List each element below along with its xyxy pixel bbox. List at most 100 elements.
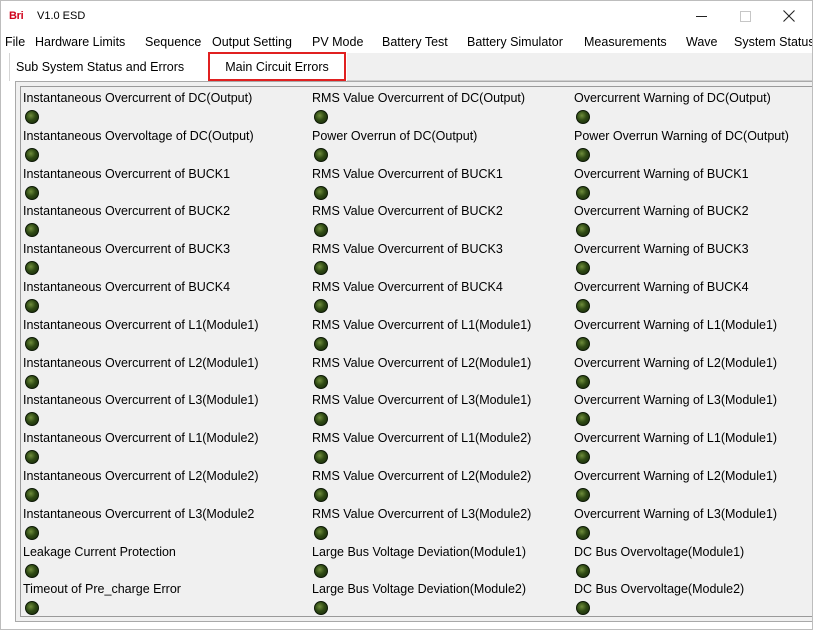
error-indicator-label: DC Bus Overvoltage(Module1) bbox=[574, 544, 745, 559]
error-indicator-cell: RMS Value Overcurrent of L2(Module1) bbox=[312, 356, 612, 392]
error-indicator-label: Instantaneous Overcurrent of BUCK4 bbox=[23, 280, 231, 294]
status-led-icon bbox=[25, 336, 39, 351]
error-indicator-label: RMS Value Overcurrent of L1(Module1) bbox=[312, 317, 532, 332]
minimize-icon bbox=[695, 15, 707, 17]
status-led-icon bbox=[25, 223, 39, 238]
close-button[interactable] bbox=[767, 3, 811, 29]
error-indicator-label: RMS Value Overcurrent of L1(Module2) bbox=[312, 431, 532, 446]
error-indicator-cell: RMS Value Overcurrent of BUCK3 bbox=[312, 242, 612, 278]
error-indicator-cell: Overcurrent Warning of DC(Output) bbox=[574, 91, 813, 127]
error-indicator-label: RMS Value Overcurrent of L2(Module1) bbox=[312, 355, 532, 370]
error-indicator-cell: DC Bus Overvoltage(Module2) bbox=[574, 582, 813, 618]
error-indicator-label: Overcurrent Warning of L2(Module1) bbox=[574, 469, 778, 483]
error-indicator-cell: Large Bus Voltage Deviation(Module2) bbox=[312, 582, 612, 618]
error-indicator-label: Instantaneous Overvoltage of DC(Output) bbox=[23, 128, 254, 143]
error-indicator-cell: Overcurrent Warning of L2(Module1) bbox=[574, 356, 813, 392]
error-indicator-cell: Overcurrent Warning of L3(Module1) bbox=[574, 507, 813, 543]
menu-system-status[interactable]: System Status bbox=[734, 35, 812, 49]
error-indicator-cell: Instantaneous Overvoltage of DC(Output) bbox=[23, 129, 323, 165]
error-indicator-label: Large Bus Voltage Deviation(Module2) bbox=[312, 582, 527, 597]
error-indicator-label: RMS Value Overcurrent of BUCK3 bbox=[312, 242, 503, 257]
status-led-icon bbox=[314, 223, 328, 238]
status-led-icon bbox=[576, 450, 590, 465]
error-indicator-cell: Instantaneous Overcurrent of L3(Module2 bbox=[23, 507, 323, 543]
error-indicator-label: Overcurrent Warning of BUCK1 bbox=[574, 166, 749, 181]
error-indicator-cell: Instantaneous Overcurrent of BUCK3 bbox=[23, 242, 323, 278]
menu-wave[interactable]: Wave bbox=[686, 35, 718, 49]
error-indicator-label: Overcurrent Warning of L3(Module1) bbox=[574, 506, 778, 521]
error-indicator-cell: RMS Value Overcurrent of L3(Module1) bbox=[312, 393, 612, 429]
error-indicator-label: Instantaneous Overcurrent of DC(Output) bbox=[23, 91, 253, 105]
status-led-icon bbox=[25, 601, 39, 616]
error-indicator-cell: Instantaneous Overcurrent of BUCK2 bbox=[23, 204, 323, 240]
error-indicator-cell: Overcurrent Warning of BUCK2 bbox=[574, 204, 813, 240]
status-led-icon bbox=[25, 525, 39, 540]
error-indicator-label: Large Bus Voltage Deviation(Module1) bbox=[312, 544, 527, 559]
error-indicator-cell: Leakage Current Protection bbox=[23, 545, 323, 581]
menu-hardware-limits[interactable]: Hardware Limits bbox=[35, 35, 125, 49]
status-led-icon bbox=[314, 374, 328, 389]
error-indicator-label: Instantaneous Overcurrent of BUCK1 bbox=[23, 166, 231, 181]
status-led-icon bbox=[576, 110, 590, 124]
status-led-icon bbox=[576, 525, 590, 540]
status-led-icon bbox=[314, 601, 328, 616]
status-led-icon bbox=[576, 147, 590, 162]
error-indicator-label: RMS Value Overcurrent of L3(Module2) bbox=[312, 506, 532, 521]
window-title: V1.0 ESD bbox=[37, 10, 86, 22]
error-indicator-label: DC Bus Overvoltage(Module2) bbox=[574, 582, 745, 597]
menu-pv-mode[interactable]: PV Mode bbox=[312, 35, 363, 49]
window-bottom-edge bbox=[1, 622, 812, 629]
status-led-icon bbox=[314, 450, 328, 465]
error-indicator-cell: DC Bus Overvoltage(Module1) bbox=[574, 545, 813, 581]
menu-sequence[interactable]: Sequence bbox=[145, 35, 201, 49]
tab-main-circuit-errors[interactable]: Main Circuit Errors bbox=[208, 52, 346, 81]
error-indicator-label: Instantaneous Overcurrent of L1(Module2) bbox=[23, 431, 259, 446]
error-indicator-cell: RMS Value Overcurrent of BUCK4 bbox=[312, 280, 612, 316]
error-indicator-cell: Timeout of Pre_charge Error bbox=[23, 582, 323, 618]
status-led-icon bbox=[576, 261, 590, 276]
title-bar[interactable]: Bri V1.0 ESD bbox=[1, 1, 812, 31]
error-indicator-cell: Large Bus Voltage Deviation(Module1) bbox=[312, 545, 612, 581]
menu-file[interactable]: File bbox=[5, 35, 25, 49]
status-led-icon bbox=[25, 299, 39, 313]
menu-battery-test[interactable]: Battery Test bbox=[382, 35, 448, 49]
error-indicator-cell: Instantaneous Overcurrent of BUCK4 bbox=[23, 280, 323, 316]
status-led-icon bbox=[576, 185, 590, 200]
error-indicator-cell: Overcurrent Warning of BUCK3 bbox=[574, 242, 813, 278]
tab-strip: Sub System Status and Errors Main Circui… bbox=[9, 52, 812, 81]
error-indicator-cell: RMS Value Overcurrent of L2(Module2) bbox=[312, 469, 612, 505]
error-indicator-label: RMS Value Overcurrent of BUCK2 bbox=[312, 204, 503, 219]
error-indicator-label: Timeout of Pre_charge Error bbox=[23, 582, 181, 597]
menu-battery-simulator[interactable]: Battery Simulator bbox=[467, 35, 563, 49]
error-indicator-cell: Overcurrent Warning of L3(Module1) bbox=[574, 393, 813, 429]
error-indicator-label: Leakage Current Protection bbox=[23, 544, 176, 559]
status-led-icon bbox=[314, 110, 328, 124]
status-led-icon bbox=[314, 147, 328, 162]
status-led-icon bbox=[576, 374, 590, 389]
error-indicator-label: Power Overrun of DC(Output) bbox=[312, 128, 478, 143]
status-led-icon bbox=[576, 336, 590, 351]
error-indicator-label: Instantaneous Overcurrent of BUCK2 bbox=[23, 204, 231, 219]
error-indicator-label: Overcurrent Warning of BUCK3 bbox=[574, 242, 749, 257]
app-logo: Bri bbox=[9, 10, 24, 22]
minimize-button[interactable] bbox=[679, 3, 723, 29]
status-led-icon bbox=[314, 563, 328, 578]
menu-output-setting[interactable]: Output Setting bbox=[212, 35, 292, 49]
error-indicator-cell: RMS Value Overcurrent of L1(Module2) bbox=[312, 431, 612, 467]
status-led-icon bbox=[576, 299, 590, 313]
error-indicator-cell: Overcurrent Warning of L1(Module1) bbox=[574, 431, 813, 467]
menu-measurements[interactable]: Measurements bbox=[584, 35, 667, 49]
maximize-button[interactable] bbox=[723, 3, 767, 29]
error-indicator-cell: Overcurrent Warning of BUCK4 bbox=[574, 280, 813, 316]
error-indicator-cell: Instantaneous Overcurrent of L2(Module2) bbox=[23, 469, 323, 505]
error-indicator-cell: Overcurrent Warning of L1(Module1) bbox=[574, 318, 813, 354]
tab-sub-system-status[interactable]: Sub System Status and Errors bbox=[9, 53, 207, 81]
status-led-icon bbox=[25, 488, 39, 502]
error-indicator-cell: Instantaneous Overcurrent of BUCK1 bbox=[23, 167, 323, 203]
status-led-icon bbox=[25, 563, 39, 578]
error-indicator-label: Overcurrent Warning of L2(Module1) bbox=[574, 355, 778, 370]
error-indicator-cell: Instantaneous Overcurrent of L1(Module1) bbox=[23, 318, 323, 354]
error-indicator-label: Overcurrent Warning of DC(Output) bbox=[574, 91, 771, 105]
error-indicator-label: RMS Value Overcurrent of BUCK4 bbox=[312, 280, 503, 294]
error-indicator-label: Power Overrun Warning of DC(Output) bbox=[574, 128, 789, 143]
